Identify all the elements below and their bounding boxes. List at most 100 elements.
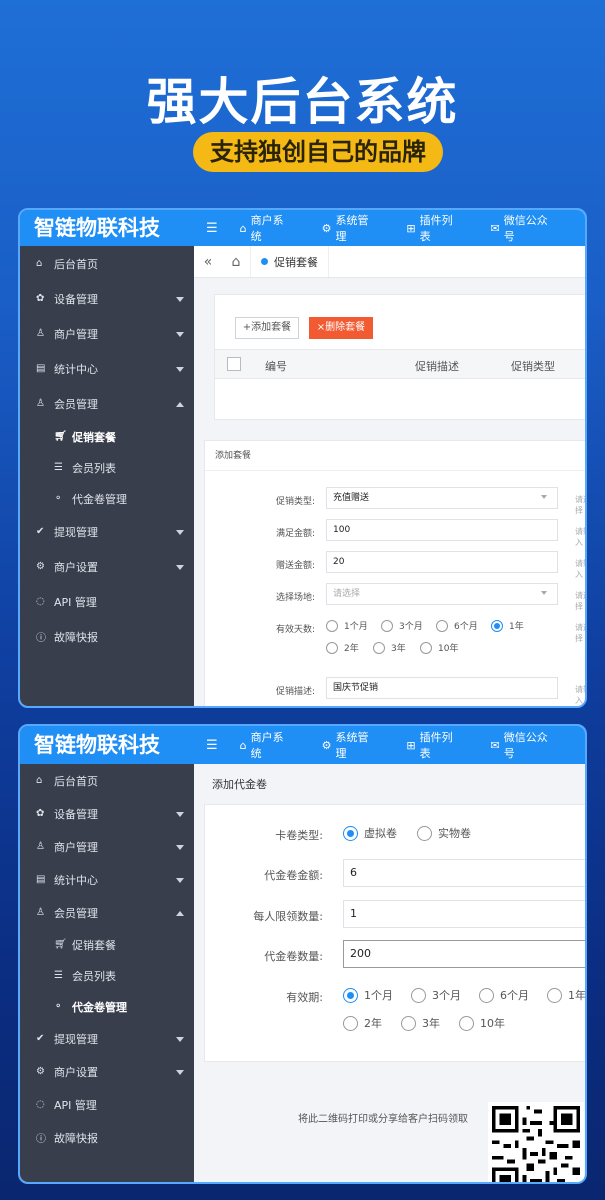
menu-toggle-icon[interactable]: ☰ [206, 221, 218, 236]
topnav-merchant-system[interactable]: ⌂ 商户系统 [240, 729, 292, 761]
radio-2-years[interactable]: 2年 [343, 1015, 382, 1031]
form-title: 添加套餐 [205, 441, 585, 471]
alert-icon: ⓘ [36, 633, 46, 644]
sidebar-item-members[interactable]: ♙ 会员管理 [20, 896, 194, 929]
hero-title: 强大后台系统 [146, 73, 459, 131]
radio-10-years[interactable]: 10年 [420, 641, 458, 654]
sidebar-item-stats[interactable]: ▤ 统计中心 [20, 863, 194, 896]
share-icon: ⚬ [54, 1001, 63, 1012]
min-amount-input[interactable]: 100 [326, 519, 558, 541]
field-voucher-count: 代金卷数量: 200 [205, 940, 585, 968]
sidebar-item-member-list[interactable]: ☰ 会员列表 [20, 452, 194, 483]
promotions-table-card: +添加套餐 ×删除套餐 编号 促销描述 促销类型 [214, 294, 585, 420]
add-package-button[interactable]: +添加套餐 [235, 317, 299, 339]
site-select[interactable]: 请选择 [326, 583, 558, 605]
page-title: 添加代金卷 [212, 778, 267, 791]
sidebar-item-devices[interactable]: ✿ 设备管理 [20, 281, 194, 316]
field-min-amount: 满足金额: 100 请输入 [205, 519, 585, 547]
devices-icon: ✿ [36, 293, 45, 304]
wechat-icon: ✉ [490, 738, 500, 752]
column-header-type: 促销类型 [511, 360, 555, 373]
radio-3-years[interactable]: 3年 [401, 1015, 440, 1031]
topnav-system-management[interactable]: ⚙ 系统管理 [322, 729, 377, 761]
sidebar-item-vouchers[interactable]: ⚬ 代金卷管理 [20, 483, 194, 514]
plugin-icon: ⊞ [406, 738, 416, 752]
field-bonus-amount: 赠送金额: 20 请输入 [205, 551, 585, 579]
promo-type-select[interactable]: 充值赠送 [326, 487, 558, 509]
users-icon: ♙ [36, 907, 45, 918]
select-all-checkbox[interactable] [227, 357, 241, 371]
sidebar-item-api[interactable]: ◌ API 管理 [20, 1088, 194, 1121]
alert-icon: ⓘ [36, 1134, 46, 1145]
delete-package-button[interactable]: ×删除套餐 [309, 317, 373, 339]
radio-virtual-voucher[interactable]: 虚拟卷 [343, 825, 397, 841]
sidebar-item-merchant-settings[interactable]: ⚙ 商户设置 [20, 549, 194, 584]
field-voucher-amount: 代金卷金额: 6 [205, 859, 585, 887]
radio-6-months[interactable]: 6个月 [436, 619, 478, 632]
sidebar-item-members[interactable]: ♙ 会员管理 [20, 386, 194, 421]
sidebar-item-member-list[interactable]: ☰ 会员列表 [20, 960, 194, 991]
sidebar-item-merchant-settings[interactable]: ⚙ 商户设置 [20, 1055, 194, 1088]
menu-toggle-icon[interactable]: ☰ [206, 738, 218, 753]
database-icon: ▤ [36, 363, 46, 374]
cart-icon: 🛒︎ [54, 939, 67, 950]
topnav-merchant-system[interactable]: ⌂ 商户系统 [240, 212, 292, 244]
topnav-system-management[interactable]: ⚙ 系统管理 [322, 212, 377, 244]
sidebar-item-promotions[interactable]: 🛒︎ 促销套餐 [20, 929, 194, 960]
sidebar: 智链物联科技 ⌂ 后台首页 ✿ 设备管理 ♙ 商户管理 ▤ 统计中心 ♙ 会员管理 🛒︎ 促… [20, 210, 194, 706]
sidebar-item-devices[interactable]: ✿ 设备管理 [20, 797, 194, 830]
double-chevron-left-icon[interactable]: « [194, 254, 222, 270]
api-icon: ◌ [36, 596, 45, 607]
admin-panel-vouchers: 智链物联科技 ⌂ 后台首页 ✿ 设备管理 ♙ 商户管理 ▤ 统计中心 ♙ 会员管理 🛒︎ 促… [18, 724, 587, 1184]
sidebar-item-faults[interactable]: ⓘ 故障快报 [20, 619, 194, 654]
radio-1-year[interactable]: 1年 [491, 619, 524, 632]
sidebar-item-stats[interactable]: ▤ 统计中心 [20, 351, 194, 386]
sidebar-item-api[interactable]: ◌ API 管理 [20, 584, 194, 619]
radio-1-month[interactable]: 1个月 [326, 619, 368, 632]
cart-icon: 🛒︎ [54, 431, 67, 442]
radio-3-months[interactable]: 3个月 [411, 987, 461, 1003]
qr-instruction-text: 将此二维码打印或分享给客户扫码领取 [298, 1114, 468, 1125]
sidebar-item-merchants[interactable]: ♙ 商户管理 [20, 316, 194, 351]
voucher-count-input[interactable]: 200 [343, 940, 585, 968]
sidebar-item-merchants[interactable]: ♙ 商户管理 [20, 830, 194, 863]
tab-promotions[interactable]: 促销套餐 [250, 246, 329, 277]
gears-icon: ⚙ [36, 561, 45, 572]
api-icon: ◌ [36, 1099, 45, 1110]
sidebar-item-withdraw[interactable]: ✔ 提现管理 [20, 1022, 194, 1055]
radio-2-years[interactable]: 2年 [326, 641, 359, 654]
per-user-limit-input[interactable]: 1 [343, 900, 585, 928]
column-header-id: 编号 [265, 360, 287, 373]
sidebar-item-vouchers[interactable]: ⚬ 代金卷管理 [20, 991, 194, 1022]
user-icon: ♙ [36, 841, 45, 852]
sidebar-item-promotions[interactable]: 🛒︎ 促销套餐 [20, 421, 194, 452]
radio-1-year[interactable]: 1年 [547, 987, 585, 1003]
home-icon[interactable]: ⌂ [222, 254, 250, 270]
table-header: 编号 促销描述 促销类型 [215, 349, 585, 379]
radio-6-months[interactable]: 6个月 [479, 987, 529, 1003]
chevron-down-icon [541, 591, 547, 595]
radio-3-months[interactable]: 3个月 [381, 619, 423, 632]
field-promo-desc: 促销描述: 国庆节促销 请输入 [205, 677, 585, 705]
sidebar-item-faults[interactable]: ⓘ 故障快报 [20, 1121, 194, 1154]
admin-panel-promotions: 智链物联科技 ⌂ 后台首页 ✿ 设备管理 ♙ 商户管理 ▤ 统计中心 ♙ 会员管理 🛒︎ 促… [18, 208, 587, 708]
qr-code-icon [488, 1102, 584, 1182]
home-icon: ⌂ [239, 738, 247, 752]
promo-desc-input[interactable]: 国庆节促销 [326, 677, 558, 699]
sidebar-item-home[interactable]: ⌂ 后台首页 [20, 764, 194, 797]
topnav-plugins[interactable]: ⊞ 插件列表 [406, 729, 460, 761]
topnav-wechat[interactable]: ✉ 微信公众号 [491, 212, 556, 244]
topnav-plugins[interactable]: ⊞ 插件列表 [406, 212, 460, 244]
field-promo-type: 促销类型: 充值赠送 请选择 [205, 487, 585, 515]
voucher-amount-input[interactable]: 6 [343, 859, 585, 887]
radio-10-years[interactable]: 10年 [459, 1015, 505, 1031]
radio-physical-voucher[interactable]: 实物卷 [417, 825, 471, 841]
radio-1-month[interactable]: 1个月 [343, 987, 393, 1003]
tab-bar: « ⌂ 促销套餐 [194, 246, 585, 278]
radio-3-years[interactable]: 3年 [373, 641, 406, 654]
bonus-amount-input[interactable]: 20 [326, 551, 558, 573]
sidebar-item-home[interactable]: ⌂ 后台首页 [20, 246, 194, 281]
topnav-wechat[interactable]: ✉ 微信公众号 [491, 729, 556, 761]
sidebar-item-withdraw[interactable]: ✔ 提现管理 [20, 514, 194, 549]
brand-logo: 智链物联科技 [20, 726, 194, 764]
